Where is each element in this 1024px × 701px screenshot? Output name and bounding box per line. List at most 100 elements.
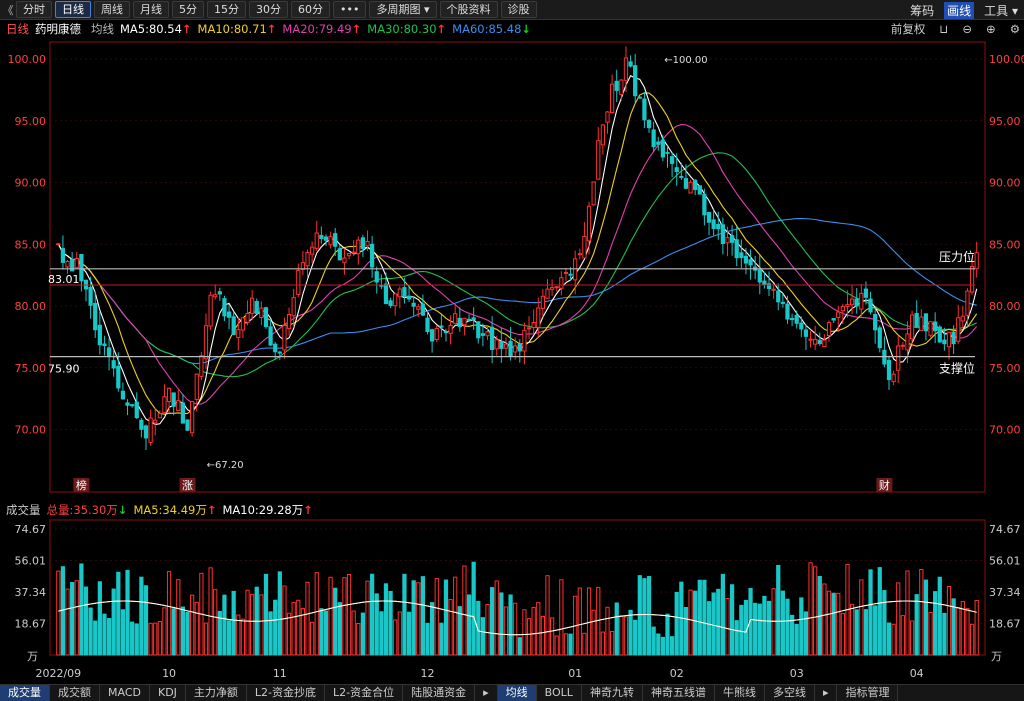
volume-bar (360, 612, 366, 656)
candle-body (74, 257, 79, 269)
candle-body (157, 413, 162, 419)
indicator-tab-3[interactable]: KDJ (150, 685, 186, 701)
indicator-tab-11[interactable]: 神奇九转 (582, 685, 643, 701)
indicator-tab-5[interactable]: L2-资金抄底 (247, 685, 326, 701)
candle-body (328, 236, 333, 246)
volume-bar (757, 603, 762, 656)
stock-name: 药明康德 (35, 22, 81, 36)
candle-body (854, 298, 859, 307)
period-tab-1[interactable]: 日线 (55, 1, 91, 18)
candle-body (139, 419, 144, 430)
candle-body (254, 301, 259, 314)
volume-bar (416, 582, 421, 656)
indicator-tab-10[interactable]: BOLL (537, 685, 582, 701)
volume-bar (102, 613, 107, 656)
indicator-tab-4[interactable]: 主力净额 (186, 685, 247, 701)
volume-bar (162, 607, 167, 656)
indicator-tab-12[interactable]: 神奇五线谱 (643, 685, 715, 701)
event-marker-text: 涨 (182, 479, 193, 492)
ma60-value: MA60:85.48↓ (452, 22, 532, 36)
candle-body (725, 237, 730, 244)
candle-body (942, 339, 947, 345)
period-tab-10[interactable]: 个股资料 (439, 1, 498, 18)
toolbar-right-2[interactable]: 工具 ▾ (984, 2, 1018, 19)
period-tab-4[interactable]: 5分 (172, 1, 204, 18)
period-tab-0[interactable]: 分时 (16, 1, 52, 18)
restore-right-select[interactable]: 前复权 (891, 21, 926, 37)
x-axis-label: 03 (790, 667, 804, 680)
volume-bar (753, 602, 758, 656)
toolbar-right-0[interactable]: 筹码 (910, 2, 934, 19)
price-tick-left: 95.00 (15, 115, 47, 128)
lock-icon[interactable]: ⊔ (939, 22, 948, 36)
period-tab-9[interactable]: 多周期图 ▾ (369, 1, 437, 18)
volume-bar (674, 591, 679, 656)
candle-body (411, 302, 416, 307)
price-tick-right: 75.00 (989, 362, 1021, 375)
volume-bar (946, 585, 952, 656)
candle-body (388, 300, 393, 306)
settings-icon[interactable]: ⚙ (1010, 22, 1020, 36)
candle-body (102, 343, 107, 347)
candle-body (900, 344, 905, 347)
zoom-in-icon[interactable]: ⊕ (986, 22, 996, 36)
period-tab-3[interactable]: 月线 (133, 1, 169, 18)
toolbar-right-1[interactable]: 画线 (944, 2, 975, 19)
indicator-tab-14[interactable]: 多空线 (765, 685, 815, 701)
ma-info-bar: 日线 药明康德 均线 MA5:80.54↑ MA10:80.71↑ MA20:7… (0, 20, 1024, 38)
indicator-tab-15[interactable]: ▸ (815, 685, 838, 701)
volume-bar (296, 599, 301, 656)
candle-body (111, 360, 116, 369)
indicator-tab-8[interactable]: ▸ (475, 685, 498, 701)
ma5-line (57, 74, 978, 426)
candle-body (568, 273, 573, 276)
volume-bar (965, 608, 970, 656)
indicator-tab-9[interactable]: 均线 (497, 685, 537, 701)
period-tab-11[interactable]: 诊股 (500, 1, 537, 18)
candle-body (577, 253, 582, 256)
volume-bar (771, 588, 776, 656)
candle-body (776, 290, 781, 303)
candle-body (268, 326, 273, 346)
zoom-out-icon[interactable]: ⊖ (962, 22, 972, 36)
period-tab-8[interactable]: ••• (333, 1, 367, 18)
indicator-tab-6[interactable]: L2-资金合位 (325, 685, 404, 701)
support-side-label: 支撑位 (939, 361, 975, 376)
volume-bar (813, 566, 818, 656)
volume-bar (282, 585, 287, 656)
candle-body (633, 65, 638, 97)
candle-body (434, 327, 439, 341)
indicator-tab-7[interactable]: 陆股通资金 (403, 685, 476, 701)
period-tab-7[interactable]: 60分 (291, 1, 330, 18)
period-tab-5[interactable]: 15分 (207, 1, 246, 18)
candle-body (374, 271, 379, 283)
back-icon[interactable]: 《 (0, 2, 16, 18)
ma10-line (57, 92, 978, 415)
candle-body (526, 327, 532, 330)
candle-body (697, 185, 702, 195)
volume-bar (646, 576, 652, 656)
volume-bar (499, 592, 504, 656)
indicator-tab-16[interactable]: 指标管理 (837, 685, 899, 701)
indicator-tab-0[interactable]: 成交量 (0, 685, 50, 701)
volume-bar (171, 608, 176, 656)
volume-bar (596, 586, 601, 656)
candle-body (333, 233, 338, 247)
volume-bar (794, 623, 799, 656)
volume-bar (623, 616, 629, 656)
indicator-tab-13[interactable]: 牛熊线 (715, 685, 765, 701)
stock-chart[interactable]: 100.00 100.00 95.00 95.00 90.00 90.00 85.00 85.… (0, 0, 1024, 700)
candle-body (536, 307, 541, 328)
period-tab-2[interactable]: 周线 (94, 1, 130, 18)
volume-bar (402, 573, 407, 656)
candle-body (540, 295, 545, 310)
period-tab-6[interactable]: 30分 (249, 1, 288, 18)
candle-body (840, 306, 845, 312)
volume-bar (153, 622, 158, 656)
volume-bar (448, 599, 453, 656)
volume-bar (120, 609, 126, 656)
volume-bar (545, 575, 550, 656)
volume-bar (291, 601, 296, 656)
indicator-tab-1[interactable]: 成交额 (50, 685, 100, 701)
indicator-tab-2[interactable]: MACD (100, 685, 150, 701)
